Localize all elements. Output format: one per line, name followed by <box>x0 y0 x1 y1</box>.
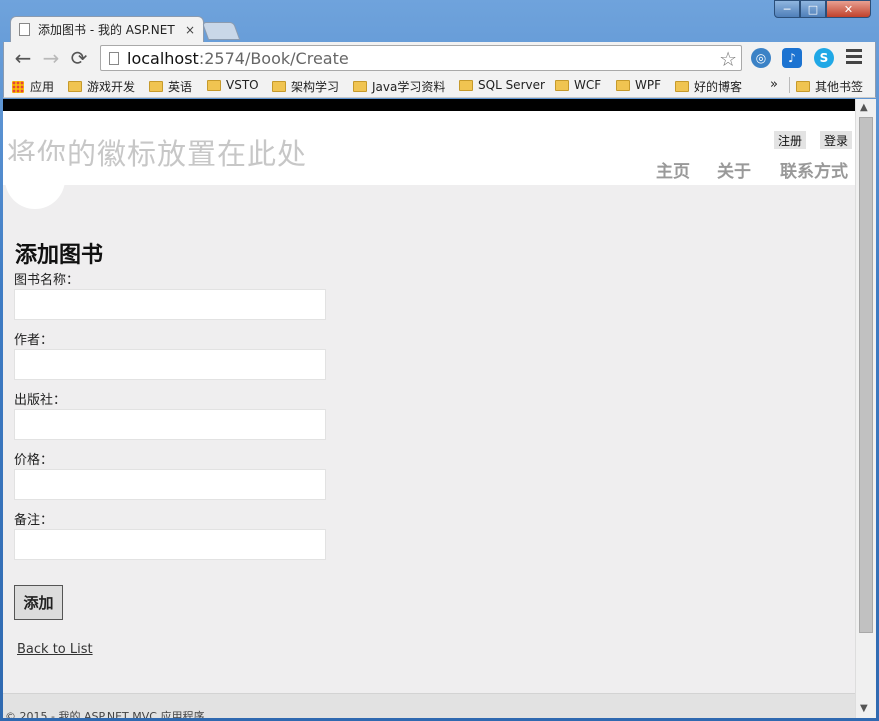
bookmark-folder[interactable]: Java学习资料 <box>353 78 445 95</box>
author-label: 作者： <box>14 333 54 348</box>
bookmark-apps[interactable]: 应用 <box>12 78 54 95</box>
footer-text: © 2015 - 我的 ASP.NET MVC 应用程序 <box>5 710 205 718</box>
folder-icon <box>555 79 569 91</box>
scroll-up-icon[interactable]: ▲ <box>860 102 868 113</box>
login-link[interactable]: 登录 <box>820 131 853 149</box>
folder-icon <box>68 81 82 92</box>
bookmark-label: 其他书签 <box>815 80 864 94</box>
extension-icon[interactable]: ♪ <box>782 48 802 68</box>
bookmark-folder[interactable]: WPF <box>616 78 661 92</box>
bookmark-folder[interactable]: 架构学习 <box>272 78 339 95</box>
site-header: 将你的徽标放置在此处 注册 登录 主页 关于 联系方式 <box>3 111 855 185</box>
price-label: 价格： <box>14 453 54 468</box>
more-bookmarks-icon[interactable]: » <box>770 77 778 92</box>
bookmark-folder[interactable]: 好的博客 <box>675 78 742 95</box>
skype-icon[interactable]: S <box>814 48 834 68</box>
divider <box>789 77 790 93</box>
sync-extension-icon[interactable]: ◎ <box>751 48 771 68</box>
publisher-label: 出版社： <box>14 393 67 408</box>
bookmark-folder[interactable]: 英语 <box>149 78 192 95</box>
nav-about[interactable]: 关于 <box>717 157 751 182</box>
book-name-input[interactable] <box>14 289 326 320</box>
maximize-button[interactable]: □ <box>800 0 826 18</box>
bookmark-label: 应用 <box>30 80 55 94</box>
price-input[interactable] <box>14 469 326 500</box>
nav-home[interactable]: 主页 <box>656 157 690 182</box>
menu-icon[interactable] <box>846 49 862 67</box>
folder-icon <box>616 79 630 91</box>
bookmark-label: 好的博客 <box>694 80 743 94</box>
folder-icon <box>796 81 810 92</box>
folder-icon <box>675 81 689 92</box>
page-icon <box>19 23 30 36</box>
folder-icon <box>149 81 163 92</box>
minimize-button[interactable]: ─ <box>774 0 800 18</box>
bookmark-label: 英语 <box>168 80 193 94</box>
bookmark-label: SQL Server <box>478 78 545 92</box>
top-band <box>3 99 855 111</box>
folder-icon <box>207 79 221 91</box>
address-bar[interactable]: localhost :2574/Book/Create ☆ <box>100 45 742 71</box>
book-name-label: 图书名称： <box>14 273 80 288</box>
logo-decoration <box>5 161 65 209</box>
bookmark-label: WPF <box>635 78 662 92</box>
page-viewport: 将你的徽标放置在此处 注册 登录 主页 关于 联系方式 添加图书 图书名称： 作… <box>3 99 876 718</box>
browser-tab[interactable]: 添加图书 - 我的 ASP.NET × <box>10 16 204 42</box>
browser-window: ─ □ ✕ 添加图书 - 我的 ASP.NET × ← → ⟳ localhos… <box>0 0 879 721</box>
reload-icon[interactable]: ⟳ <box>68 47 90 69</box>
folder-icon <box>353 81 367 92</box>
bookmark-label: Java学习资料 <box>372 80 446 94</box>
tab-close-icon[interactable]: × <box>185 23 195 37</box>
bookmark-label: 游戏开发 <box>87 80 136 94</box>
folder-icon <box>272 81 286 92</box>
bookmarks-bar: 应用 游戏开发 英语 VSTO 架构学习 Java学习资料 SQL Server… <box>3 74 876 98</box>
forward-icon[interactable]: → <box>40 47 62 69</box>
bookmark-other-folder[interactable]: 其他书签 <box>796 78 863 95</box>
tab-title: 添加图书 - 我的 ASP.NET <box>38 23 175 37</box>
url-path: :2574/Book/Create <box>198 48 349 68</box>
back-to-list-link[interactable]: Back to List <box>17 642 93 657</box>
new-tab-button[interactable] <box>201 22 241 40</box>
scrollbar-thumb[interactable] <box>859 117 873 633</box>
nav-contact[interactable]: 联系方式 <box>780 157 848 182</box>
browser-toolbar: ← → ⟳ localhost :2574/Book/Create ☆ ◎ ♪ … <box>3 42 876 74</box>
bookmark-label: VSTO <box>226 78 259 92</box>
apps-icon <box>12 80 24 93</box>
bookmark-folder[interactable]: VSTO <box>207 78 259 92</box>
scroll-down-icon[interactable]: ▼ <box>860 703 868 714</box>
bookmark-folder[interactable]: SQL Server <box>459 78 545 92</box>
bookmark-label: WCF <box>574 78 602 92</box>
folder-icon <box>459 79 473 91</box>
window-controls: ─ □ ✕ <box>774 0 871 18</box>
page-icon <box>109 51 119 65</box>
back-icon[interactable]: ← <box>12 47 34 69</box>
page-title: 添加图书 <box>15 242 104 268</box>
publisher-input[interactable] <box>14 409 326 440</box>
close-window-button[interactable]: ✕ <box>826 0 871 18</box>
bookmark-folder[interactable]: 游戏开发 <box>68 78 135 95</box>
vertical-scrollbar[interactable]: ▲ ▼ <box>855 99 876 718</box>
remarks-input[interactable] <box>14 529 326 560</box>
bookmark-label: 架构学习 <box>291 80 340 94</box>
url-host: localhost <box>127 48 199 68</box>
register-link[interactable]: 注册 <box>774 131 807 149</box>
author-input[interactable] <box>14 349 326 380</box>
bookmark-star-icon[interactable]: ☆ <box>719 47 737 71</box>
bookmark-folder[interactable]: WCF <box>555 78 601 92</box>
remarks-label: 备注： <box>14 513 54 528</box>
site-footer: © 2015 - 我的 ASP.NET MVC 应用程序 <box>3 693 855 718</box>
add-button[interactable]: 添加 <box>14 585 63 620</box>
